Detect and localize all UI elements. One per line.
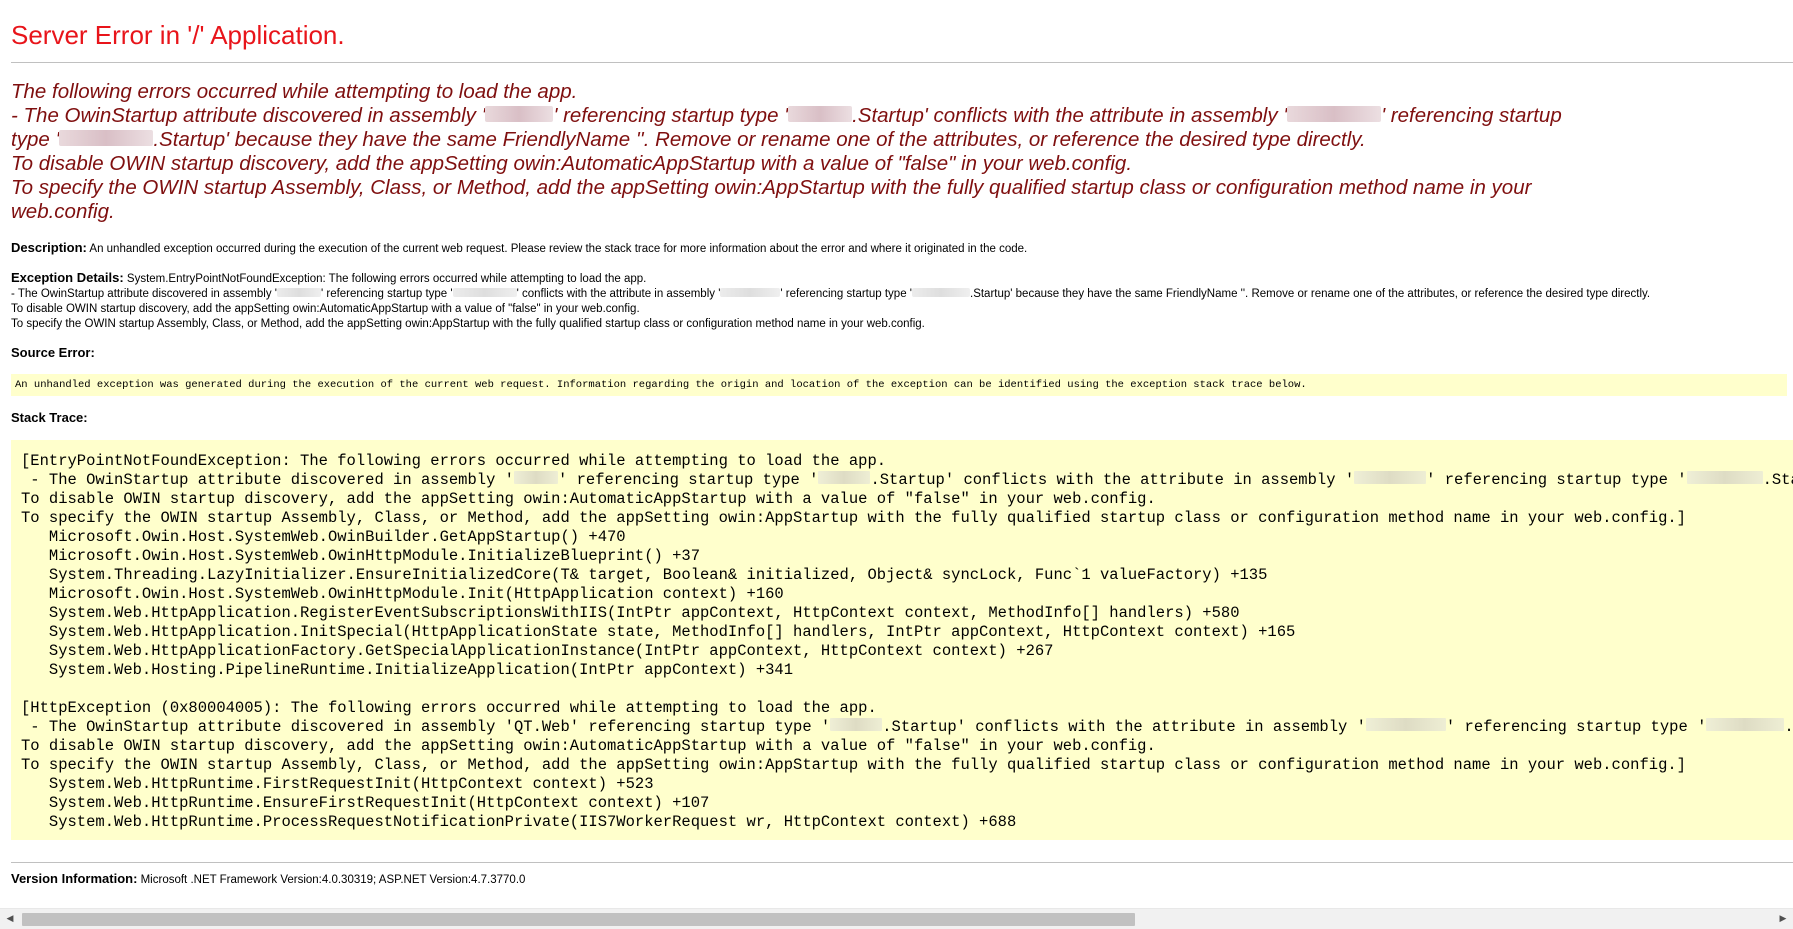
exception-line: To specify the OWIN startup Assembly, Cl…	[11, 318, 925, 330]
horizontal-scrollbar[interactable]: ◀ ▶	[0, 908, 1793, 929]
error-heading: The following errors occurred while atte…	[11, 80, 1781, 224]
redacted-assembly-name	[1354, 471, 1427, 485]
stack-text: ' referencing startup type '	[1445, 718, 1707, 737]
heading-text: ' referencing startup	[1381, 104, 1562, 127]
heading-line: To specify the OWIN startup Assembly, Cl…	[11, 176, 1532, 199]
stack-line: To disable OWIN startup discovery, add t…	[21, 737, 1156, 756]
exception-text: - The OwinStartup attribute discovered i…	[11, 288, 277, 300]
error-page: Server Error in '/' Application. The fol…	[0, 0, 1793, 929]
stack-text: ' referencing startup type '	[557, 471, 819, 490]
redacted-type-name	[59, 129, 154, 146]
stack-line: - The OwinStartup attribute discovered i…	[21, 718, 1793, 737]
stack-text: .Startup' conflicts with the attribute i…	[882, 718, 1366, 737]
exception-line: - The OwinStartup attribute discovered i…	[11, 287, 1781, 302]
redacted-assembly-name	[485, 105, 554, 122]
exception-details-section: Exception Details: System.EntryPointNotF…	[11, 270, 1781, 332]
stack-text: .Startup' beca	[1784, 718, 1793, 737]
heading-text: .Startup' conflicts with the attribute i…	[852, 104, 1288, 127]
stack-line: To specify the OWIN startup Assembly, Cl…	[21, 756, 1686, 775]
heading-text: ' referencing startup type '	[553, 104, 789, 127]
heading-line: To disable OWIN startup discovery, add t…	[11, 152, 1133, 175]
stack-blank-line	[21, 680, 1793, 699]
stack-text: .Startup' beca	[1762, 471, 1793, 490]
redacted-type-name	[818, 471, 871, 485]
title-divider	[11, 62, 1793, 63]
scroll-left-arrow-icon[interactable]: ◀	[2, 909, 18, 929]
footer-divider	[11, 862, 1793, 863]
exception-line: To disable OWIN startup discovery, add t…	[11, 303, 640, 315]
stack-text: - The OwinStartup attribute discovered i…	[21, 718, 831, 737]
version-information: Version Information: Microsoft .NET Fram…	[11, 871, 525, 886]
heading-line: - The OwinStartup attribute discovered i…	[11, 104, 1781, 128]
stack-frame: System.Web.HttpRuntime.ProcessRequestNot…	[21, 813, 1017, 832]
heading-text: .Startup' because they have the same Fri…	[153, 128, 1366, 151]
stack-text: ' referencing startup type '	[1426, 471, 1687, 490]
version-text: Microsoft .NET Framework Version:4.0.303…	[137, 874, 526, 886]
stack-frame: Microsoft.Owin.Host.SystemWeb.OwinHttpMo…	[21, 585, 784, 604]
redacted-assembly-name	[720, 287, 781, 297]
stack-frame: System.Web.HttpApplication.InitSpecial(H…	[21, 623, 1296, 642]
stack-line: To disable OWIN startup discovery, add t…	[21, 490, 1156, 509]
exception-text: .Startup' because they have the same Fri…	[970, 288, 1651, 300]
heading-text: - The OwinStartup attribute discovered i…	[11, 104, 486, 127]
redacted-type-name	[788, 105, 853, 122]
source-error-label: Source Error:	[11, 345, 95, 360]
stack-line: [EntryPointNotFoundException: The follow…	[21, 452, 887, 470]
stack-line: [HttpException (0x80004005): The followi…	[21, 699, 877, 718]
redacted-type-name	[452, 287, 517, 297]
stack-frame: System.Web.HttpRuntime.FirstRequestInit(…	[21, 775, 654, 794]
exception-text: System.EntryPointNotFoundException: The …	[123, 273, 647, 285]
exception-text: ' referencing startup type '	[780, 288, 912, 300]
description-text: An unhandled exception occurred during t…	[86, 243, 1028, 255]
stack-frame: System.Web.HttpApplicationFactory.GetSpe…	[21, 642, 1054, 661]
scrollbar-thumb[interactable]	[22, 913, 1135, 926]
stack-line: To specify the OWIN startup Assembly, Cl…	[21, 509, 1686, 528]
stack-frame: System.Web.HttpRuntime.EnsureFirstReques…	[21, 794, 710, 813]
scroll-right-arrow-icon[interactable]: ▶	[1775, 909, 1791, 929]
heading-text: type '	[11, 128, 60, 151]
stack-frame: Microsoft.Owin.Host.SystemWeb.OwinBuilde…	[21, 528, 626, 547]
stack-line: - The OwinStartup attribute discovered i…	[21, 471, 1793, 490]
redacted-type-name	[912, 287, 970, 297]
exception-details-label: Exception Details:	[11, 270, 124, 285]
redacted-assembly-name	[1287, 105, 1382, 122]
redacted-type-name	[1686, 471, 1763, 485]
version-label: Version Information:	[11, 871, 138, 886]
stack-frame: System.Web.Hosting.PipelineRuntime.Initi…	[21, 661, 794, 680]
redacted-type-name	[1706, 718, 1785, 732]
redacted-assembly-name	[1365, 718, 1446, 732]
stack-frame: System.Web.HttpApplication.RegisterEvent…	[21, 604, 1240, 623]
stack-text: .Startup' conflicts with the attribute i…	[870, 471, 1355, 490]
stack-text: - The OwinStartup attribute discovered i…	[21, 471, 514, 490]
exception-text: ' referencing startup type '	[320, 288, 453, 300]
heading-line: web.config.	[11, 200, 115, 223]
heading-line: type ' .Startup' because they have the sa…	[11, 128, 1781, 152]
stack-frame: Microsoft.Owin.Host.SystemWeb.OwinHttpMo…	[21, 547, 701, 566]
stack-trace-label: Stack Trace:	[11, 410, 88, 425]
page-title: Server Error in '/' Application.	[11, 20, 345, 50]
source-error-box: An unhandled exception was generated dur…	[11, 374, 1787, 396]
stack-frame: System.Threading.LazyInitializer.EnsureI…	[21, 566, 1268, 585]
description-section: Description: An unhandled exception occu…	[11, 240, 1781, 257]
redacted-assembly-name	[513, 471, 558, 485]
exception-text: ' conflicts with the attribute in assemb…	[516, 288, 721, 300]
description-label: Description:	[11, 240, 87, 255]
stack-trace-box: [EntryPointNotFoundException: The follow…	[11, 440, 1793, 840]
redacted-type-name	[830, 718, 883, 732]
heading-line: The following errors occurred while atte…	[11, 80, 578, 103]
redacted-assembly-name	[276, 287, 321, 297]
